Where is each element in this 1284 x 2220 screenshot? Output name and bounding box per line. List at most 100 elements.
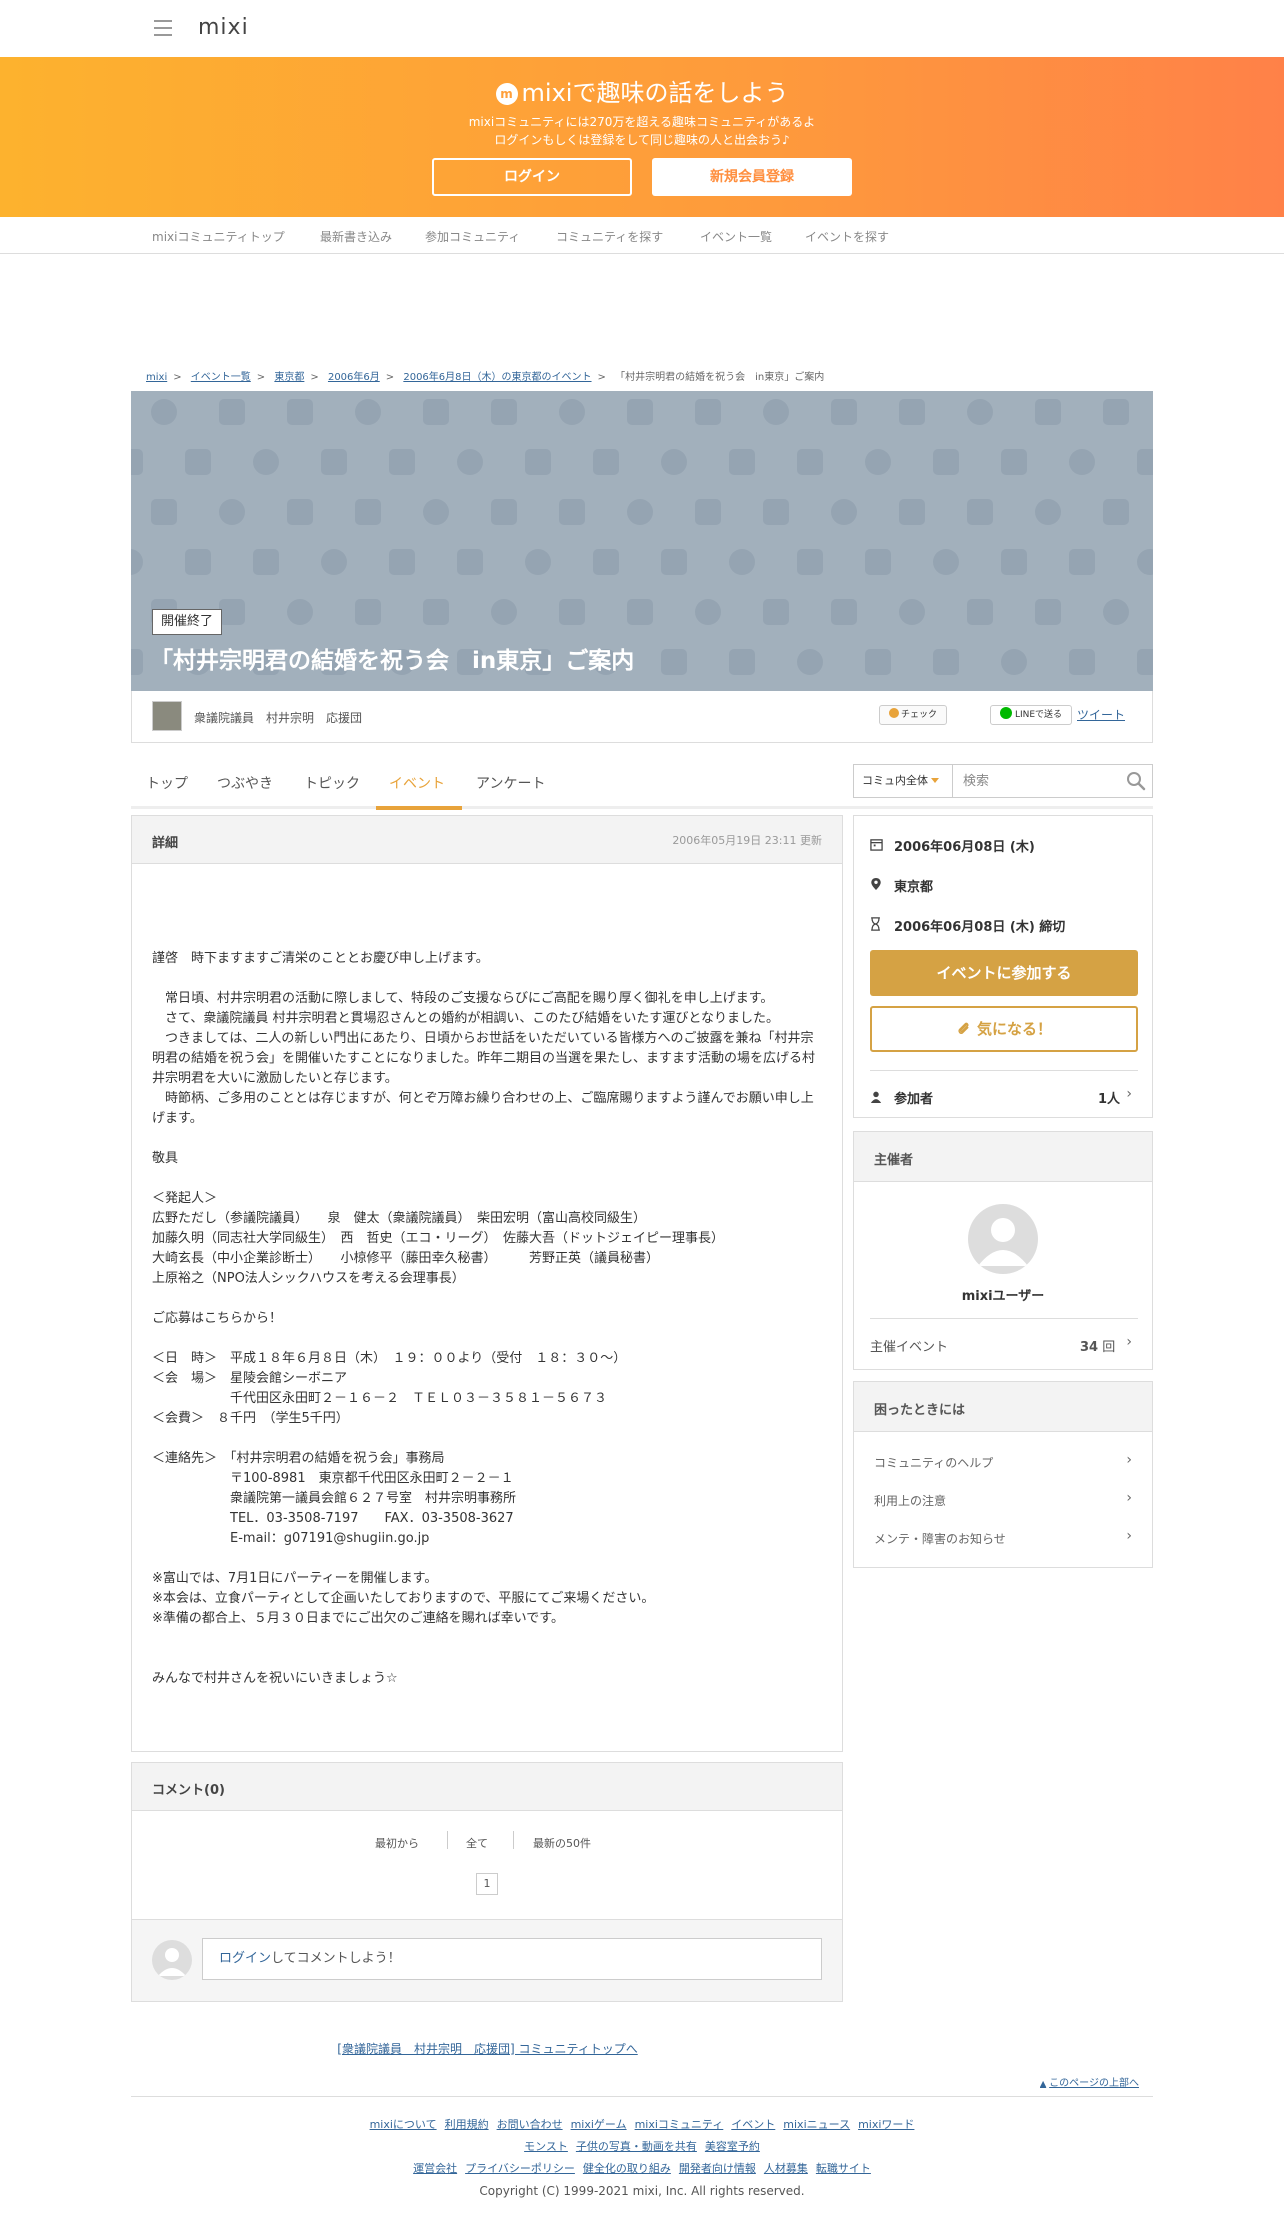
paperclip-icon <box>956 1011 971 1053</box>
breadcrumb-day[interactable]: 2006年6月8日（木）の東京都のイベント <box>403 372 591 383</box>
pattern-icon <box>627 499 653 525</box>
help-community-link[interactable]: コミュニティのヘルプ <box>874 1454 993 1471</box>
tab-survey[interactable]: アンケート <box>476 773 545 793</box>
help-maintenance-link[interactable]: メンテ・障害のお知らせ <box>874 1530 1006 1547</box>
comments-heading: コメント(0) <box>152 1783 225 1798</box>
pattern-icon <box>219 499 245 525</box>
tab-tweets[interactable]: つぶやき <box>217 773 273 793</box>
community-top-link[interactable]: [衆議院議員 村井宗明 応援団] コミュニティトップへ <box>0 2040 975 2057</box>
person-icon <box>870 1091 884 1107</box>
breadcrumb-mixi[interactable]: mixi <box>146 372 167 383</box>
chevron-right-icon: › <box>1126 1334 1132 1350</box>
pattern-icon <box>899 499 925 525</box>
footer-link[interactable]: 利用規約 <box>445 2118 489 2131</box>
search-input[interactable] <box>953 764 1153 798</box>
nav-event-list[interactable]: イベント一覧 <box>700 228 772 245</box>
footer-link[interactable]: mixiコミュニティ <box>635 2118 724 2131</box>
join-event-button[interactable]: イベントに参加する <box>870 950 1138 996</box>
help-box: 困ったときには コミュニティのヘルプ › 利用上の注意 › メンテ・障害のお知ら… <box>853 1381 1153 1568</box>
pager-latest-50[interactable]: 最新の50件 <box>533 1835 591 1851</box>
organizer-box: 主催者 mixiユーザー 主催イベント 34 回 › <box>853 1131 1153 1370</box>
updated-timestamp: 2006年05月19日 23:11 更新 <box>672 834 822 847</box>
footer-link[interactable]: 子供の写真・動画を共有 <box>576 2140 697 2153</box>
location-pin-icon <box>870 877 884 895</box>
pager-all[interactable]: 全て <box>466 1835 488 1851</box>
pattern-icon <box>933 449 959 475</box>
tab-top[interactable]: トップ <box>146 773 188 793</box>
pattern-icon <box>185 449 211 475</box>
hamburger-icon[interactable] <box>154 20 172 36</box>
footer-link[interactable]: プライバシーポリシー <box>465 2162 575 2175</box>
participants-row[interactable]: 参加者 <box>870 1088 933 1107</box>
footer-link[interactable]: 人材募集 <box>764 2162 808 2175</box>
active-tab-indicator <box>376 806 462 810</box>
register-button[interactable]: 新規会員登録 <box>652 158 852 196</box>
footer-link[interactable]: mixiワード <box>858 2118 914 2131</box>
breadcrumb-tokyo[interactable]: 東京都 <box>274 372 304 383</box>
nav-joined-communities[interactable]: 参加コミュニティ <box>425 228 520 245</box>
pattern-icon <box>1001 549 1027 575</box>
search-scope-select[interactable]: コミュ内全体 <box>853 764 953 798</box>
footer-link[interactable]: 開発者向け情報 <box>679 2162 756 2175</box>
comment-input[interactable]: ログインしてコメントしよう！ <box>202 1938 822 1980</box>
footer-link[interactable]: 転職サイト <box>816 2162 871 2175</box>
pager-divider <box>447 1831 448 1849</box>
login-button[interactable]: ログイン <box>432 158 632 196</box>
comment-login-link[interactable]: ログイン <box>219 1951 271 1966</box>
tweet-link[interactable]: ツイート <box>1077 706 1125 723</box>
community-name[interactable]: 衆議院議員 村井宗明 応援団 <box>194 709 362 726</box>
organizer-name[interactable]: mixiユーザー <box>854 1285 1152 1304</box>
pattern-icon <box>1035 499 1061 525</box>
tab-topics[interactable]: トピック <box>304 773 360 793</box>
chevron-right-icon: › <box>1126 1086 1132 1102</box>
pager-first[interactable]: 最初から <box>375 1835 419 1851</box>
help-terms-link[interactable]: 利用上の注意 <box>874 1492 946 1509</box>
pattern-icon <box>831 599 857 625</box>
footer-link[interactable]: mixiニュース <box>783 2118 850 2131</box>
pattern-icon <box>695 599 721 625</box>
interested-button[interactable]: 気になる！ <box>870 1006 1138 1052</box>
pattern-icon <box>151 499 177 525</box>
pattern-icon <box>593 549 619 575</box>
footer-link[interactable]: mixiについて <box>370 2118 437 2131</box>
pattern-icon <box>1035 399 1061 425</box>
pattern-icon <box>933 649 959 675</box>
pattern-icon <box>661 649 687 675</box>
breadcrumb-event-list[interactable]: イベント一覧 <box>191 372 251 383</box>
nav-latest-posts[interactable]: 最新書き込み <box>320 228 392 245</box>
mixi-logo[interactable]: mixi <box>198 15 249 40</box>
footer-link[interactable]: 運営会社 <box>413 2162 457 2175</box>
tab-events[interactable]: イベント <box>389 773 445 793</box>
nav-find-community[interactable]: コミュニティを探す <box>556 228 663 245</box>
pattern-icon <box>899 599 925 625</box>
footer-link[interactable]: 美容室予約 <box>705 2140 760 2153</box>
pattern-icon <box>763 399 789 425</box>
line-share-button[interactable]: LINEで送る <box>990 705 1072 725</box>
check-button[interactable]: チェック <box>879 705 947 725</box>
page-number-button[interactable]: 1 <box>476 1873 498 1895</box>
pattern-icon <box>1069 649 1095 675</box>
footer-link[interactable]: モンスト <box>524 2140 568 2153</box>
hosted-events-label[interactable]: 主催イベント <box>870 1336 948 1355</box>
pattern-icon <box>525 549 551 575</box>
pattern-icon <box>1069 449 1095 475</box>
pattern-icon <box>1035 599 1061 625</box>
pattern-icon <box>423 399 449 425</box>
event-deadline: 2006年06月08日 (木) 締切 <box>870 916 1065 935</box>
pattern-icon <box>131 549 143 575</box>
breadcrumb-month[interactable]: 2006年6月 <box>328 372 380 383</box>
search-icon[interactable] <box>1126 771 1146 791</box>
footer-link[interactable]: mixiゲーム <box>571 2118 627 2131</box>
nav-community-top[interactable]: mixiコミュニティトップ <box>152 228 285 245</box>
pattern-icon <box>457 549 483 575</box>
nav-find-event[interactable]: イベントを探す <box>805 228 889 245</box>
page-top-link[interactable]: ▲ このページの上部へ <box>1040 2074 1139 2089</box>
pattern-icon <box>899 399 925 425</box>
footer-link[interactable]: お問い合わせ <box>497 2118 563 2131</box>
footer-link[interactable]: イベント <box>731 2118 775 2131</box>
community-thumbnail[interactable] <box>152 701 182 731</box>
pattern-icon <box>219 599 245 625</box>
footer-link[interactable]: 健全化の取り組み <box>583 2162 671 2175</box>
pattern-icon <box>355 499 381 525</box>
organizer-avatar-icon[interactable] <box>968 1204 1038 1274</box>
